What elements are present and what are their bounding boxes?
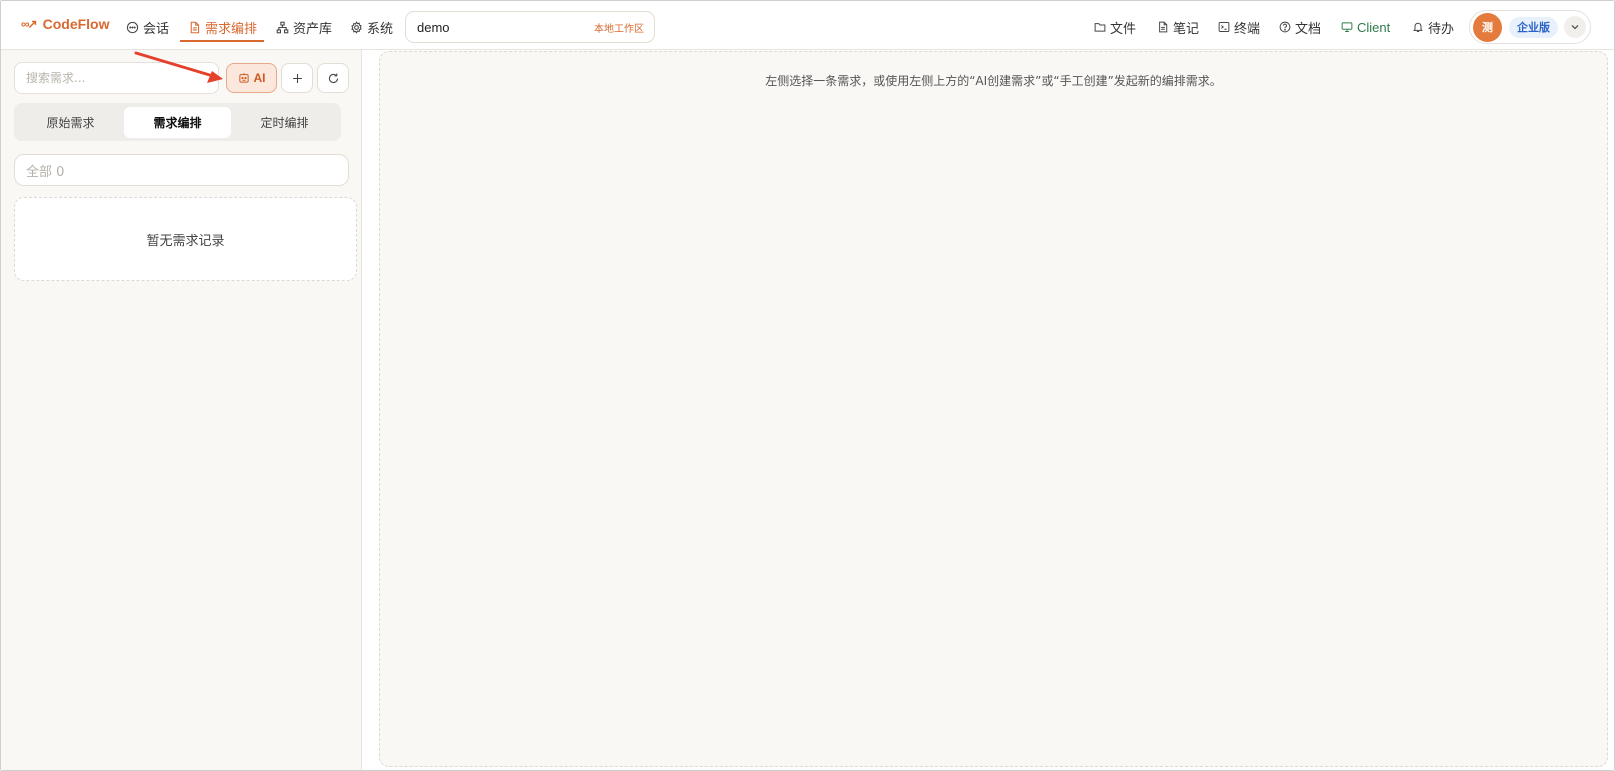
nav-item-label: 资产库 <box>293 21 333 37</box>
add-requirement-button[interactable] <box>281 63 313 93</box>
empty-state: 暂无需求记录 <box>14 197 357 281</box>
requirement-tabs: 原始需求 需求编排 定时编排 <box>14 103 341 141</box>
avatar[interactable]: 测 <box>1473 12 1502 42</box>
hierarchy-icon <box>276 21 289 33</box>
nav-item-chat[interactable]: 会话 <box>126 17 169 37</box>
workspace-name: demo <box>417 19 450 35</box>
nav-item-assets[interactable]: 资产库 <box>276 17 332 37</box>
app-window: ∞↗ CodeFlow 会话 需求编排 资产库 系统 demo 本地工作区 文件… <box>0 0 1615 771</box>
nav-item-orchestration[interactable]: 需求编排 <box>188 17 257 37</box>
status-filter[interactable]: 全部 0 <box>14 154 349 186</box>
app-logo[interactable]: ∞↗ CodeFlow <box>21 16 110 32</box>
header-link-label: 文档 <box>1295 21 1322 37</box>
empty-detail-hint: 左侧选择一条需求，或使用左侧上方的“AI创建需求”或“手工创建”发起新的编排需求… <box>765 74 1222 88</box>
tab-requirement-orchestration[interactable]: 需求编排 <box>124 106 231 138</box>
header-link-label: Client <box>1357 19 1391 35</box>
header-link-label: 终端 <box>1234 21 1261 37</box>
document-icon <box>190 21 200 33</box>
monitor-icon <box>1341 22 1353 32</box>
header-link-label: 待办 <box>1428 21 1455 37</box>
active-tab-indicator <box>180 40 264 42</box>
folder-icon <box>1094 23 1106 32</box>
user-menu-toggle[interactable] <box>1564 16 1586 38</box>
logo-mark-icon: ∞↗ <box>21 17 38 31</box>
ai-create-button[interactable]: AI <box>226 63 277 93</box>
top-navigation-bar: ∞↗ CodeFlow 会话 需求编排 资产库 系统 demo 本地工作区 文件… <box>1 1 1614 50</box>
robot-icon <box>238 73 249 83</box>
annotation-arrow-icon <box>134 51 223 83</box>
status-filter-label: 全部 0 <box>26 164 65 180</box>
nav-item-system[interactable]: 系统 <box>350 17 393 37</box>
nav-item-label: 系统 <box>367 21 394 37</box>
detail-panel: 左侧选择一条需求，或使用左侧上方的“AI创建需求”或“手工创建”发起新的编排需求… <box>379 51 1608 767</box>
chevron-down-icon <box>1571 25 1579 30</box>
edition-badge: 企业版 <box>1509 16 1558 38</box>
refresh-icon <box>328 72 338 83</box>
chat-icon <box>126 21 139 33</box>
header-link-label: 文件 <box>1110 21 1137 37</box>
app-logo-text: CodeFlow <box>42 16 110 32</box>
tab-original-requirements[interactable]: 原始需求 <box>17 107 124 138</box>
header-link-todo[interactable]: 待办 <box>1412 17 1454 37</box>
help-icon <box>1279 21 1291 33</box>
header-link-notes[interactable]: 笔记 <box>1157 17 1199 37</box>
header-link-files[interactable]: 文件 <box>1094 17 1136 37</box>
bell-icon <box>1413 22 1423 32</box>
note-icon <box>1159 21 1168 33</box>
tab-scheduled-orchestration[interactable]: 定时编排 <box>231 107 338 138</box>
header-link-client[interactable]: Client <box>1341 17 1390 37</box>
nav-item-label: 会话 <box>143 21 170 37</box>
nav-item-label: 需求编排 <box>205 21 258 37</box>
refresh-button[interactable] <box>317 63 349 93</box>
header-link-label: 笔记 <box>1173 21 1200 37</box>
header-link-terminal[interactable]: 终端 <box>1218 17 1260 37</box>
user-menu[interactable]: 测 企业版 <box>1469 10 1591 44</box>
gear-icon <box>351 20 362 34</box>
main-content: 左侧选择一条需求，或使用左侧上方的“AI创建需求”或“手工创建”发起新的编排需求… <box>362 50 1614 770</box>
workspace-type-badge: 本地工作区 <box>594 23 644 35</box>
terminal-icon <box>1218 22 1230 32</box>
requirements-sidebar: AI 原始需求 需求编排 定时编排 全部 0 暂无需求记录 <box>1 50 362 770</box>
header-link-docs[interactable]: 文档 <box>1279 17 1321 37</box>
plus-icon <box>292 73 302 83</box>
empty-state-text: 暂无需求记录 <box>146 233 225 249</box>
ai-button-label: AI <box>253 71 266 85</box>
workspace-selector[interactable]: demo 本地工作区 <box>405 11 655 43</box>
